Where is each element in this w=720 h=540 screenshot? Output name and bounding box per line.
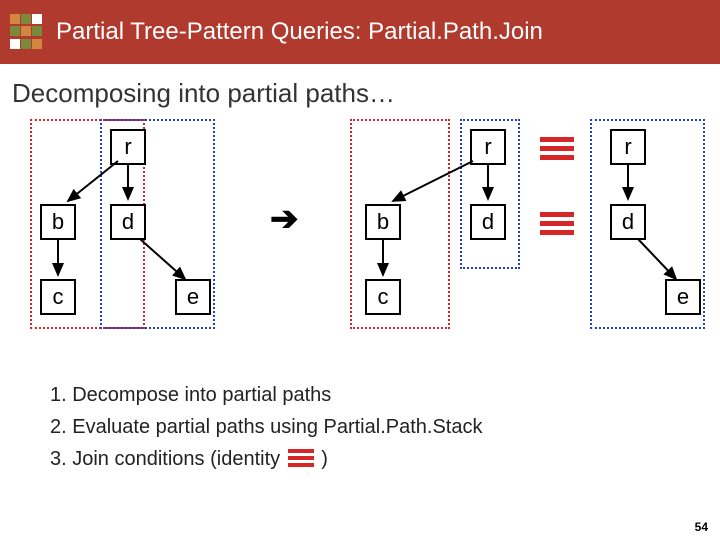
join-equals-icon xyxy=(540,137,574,157)
page-title: Partial Tree-Pattern Queries: Partial.Pa… xyxy=(56,18,543,46)
step-1: 1. Decompose into partial paths xyxy=(50,379,680,411)
arrow-icon xyxy=(628,229,688,289)
step-3-text: 3. Join conditions (identity xyxy=(50,448,286,470)
step-3-close: ) xyxy=(321,448,328,470)
arrow-icon xyxy=(480,161,500,206)
steps-list: 1. Decompose into partial paths 2. Evalu… xyxy=(50,379,680,475)
title-bar: Partial Tree-Pattern Queries: Partial.Pa… xyxy=(0,0,720,64)
arrow-icon xyxy=(383,149,483,209)
node-r: r xyxy=(610,129,646,165)
node-b: b xyxy=(365,204,401,240)
logo-icon xyxy=(10,14,46,50)
node-d: d xyxy=(470,204,506,240)
subtitle: Decomposing into partial paths… xyxy=(12,78,720,109)
node-c: c xyxy=(365,279,401,315)
arrow-icon xyxy=(375,237,395,282)
node-c: c xyxy=(40,279,76,315)
join-equals-icon xyxy=(540,212,574,232)
arrow-icon xyxy=(120,161,140,206)
step-3: 3. Join conditions (identity ) xyxy=(50,443,680,475)
arrow-icon xyxy=(58,149,128,209)
page-number: 54 xyxy=(695,520,708,534)
step-2: 2. Evaluate partial paths using Partial.… xyxy=(50,411,680,443)
join-equals-icon xyxy=(288,449,314,470)
decomposition-diagram: r b d c e ➔ r b d c r d e xyxy=(10,119,710,369)
implies-icon: ➔ xyxy=(270,199,299,239)
arrow-icon xyxy=(620,161,640,206)
arrow-icon xyxy=(50,237,70,282)
node-b: b xyxy=(40,204,76,240)
arrow-icon xyxy=(130,229,200,289)
